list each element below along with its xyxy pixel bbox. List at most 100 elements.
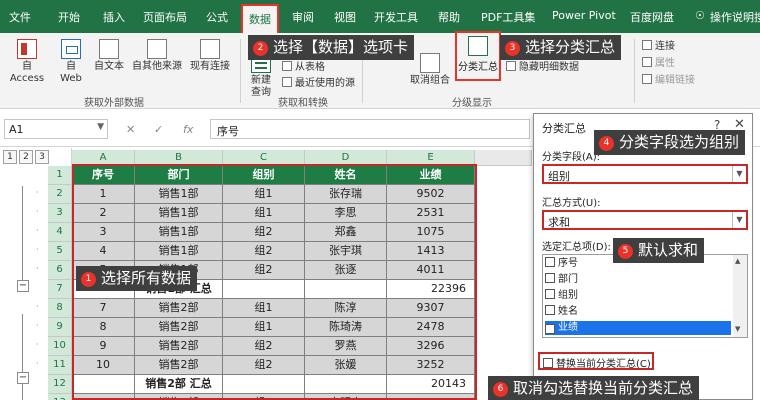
cell-name[interactable]: 罗燕	[305, 337, 387, 356]
cell-name[interactable]: 陈琦涛	[305, 318, 387, 337]
row-header[interactable]: 3	[48, 204, 72, 223]
from-table-button[interactable]: 从表格	[282, 58, 325, 73]
cell-sales[interactable]: 5432	[387, 394, 475, 400]
cell-seq[interactable]: 8	[72, 318, 135, 337]
scroll-down-icon[interactable]: ▼	[735, 325, 740, 333]
cell-group[interactable]: 组1	[223, 394, 305, 400]
replace-current-subtotals-checkbox[interactable]: 替换当前分类汇总(C)	[538, 352, 654, 370]
tab-formulas[interactable]: 公式	[206, 9, 228, 25]
cell-sales[interactable]: 4011	[387, 261, 475, 280]
cell-name[interactable]	[305, 280, 387, 299]
cell-group[interactable]: 组2	[223, 261, 305, 280]
row-header[interactable]: 9	[48, 318, 72, 337]
row-header[interactable]: 12	[48, 375, 72, 394]
cancel-icon[interactable]: ✕	[126, 123, 135, 136]
collapse-icon[interactable]: −	[17, 372, 29, 384]
cell-sales[interactable]: 1075	[387, 223, 475, 242]
tab-view[interactable]: 视图	[334, 9, 356, 25]
cell-name[interactable]	[305, 375, 387, 394]
properties-button[interactable]: 属性	[642, 54, 675, 69]
tell-me-search[interactable]: 操作说明搜	[710, 9, 760, 25]
function-select[interactable]: 求和 ▼	[542, 210, 748, 230]
subtotal-field-item[interactable]: ✓ 业绩	[545, 321, 731, 335]
cell-seq[interactable]: 9	[72, 337, 135, 356]
cell-name[interactable]: 李明宇	[305, 394, 387, 400]
row-header[interactable]: 1	[48, 166, 72, 185]
row-header[interactable]: 4	[48, 223, 72, 242]
cell-sales[interactable]: 2478	[387, 318, 475, 337]
header-cell-name[interactable]: 姓名	[305, 166, 387, 185]
tab-review[interactable]: 审阅	[292, 9, 314, 25]
cell-group[interactable]: 组2	[223, 223, 305, 242]
cell-name[interactable]: 李思	[305, 204, 387, 223]
cell-group[interactable]: 组1	[223, 185, 305, 204]
existing-connections-button[interactable]: 现有连接	[186, 39, 234, 73]
cell-seq[interactable]: 10	[72, 356, 135, 375]
cell-group[interactable]	[223, 280, 305, 299]
cell-name[interactable]: 张逐	[305, 261, 387, 280]
list-scrollbar[interactable]: ▲ ▼	[733, 254, 748, 338]
connections-button[interactable]: 连接	[642, 37, 675, 52]
row-header[interactable]: 13	[48, 394, 72, 400]
tab-page-layout[interactable]: 页面布局	[143, 9, 187, 25]
cell-dept[interactable]: 销售2部 汇总	[135, 375, 223, 394]
from-text-button[interactable]: 自文本	[89, 39, 129, 73]
column-header-e[interactable]: E	[387, 150, 475, 166]
cell-group[interactable]: 组2	[223, 337, 305, 356]
column-header-d[interactable]: D	[305, 150, 387, 166]
cell-sales[interactable]: 3296	[387, 337, 475, 356]
cell-group[interactable]: 组1	[223, 299, 305, 318]
collapse-icon[interactable]: −	[17, 280, 29, 292]
from-access-button[interactable]: 自 Access	[4, 39, 50, 85]
row-header[interactable]: 8	[48, 299, 72, 318]
from-web-button[interactable]: 自 Web	[56, 39, 86, 85]
cell-seq[interactable]	[72, 375, 135, 394]
cell-dept[interactable]: 销售1部	[135, 204, 223, 223]
cell-dept[interactable]: 销售2部	[135, 337, 223, 356]
header-cell-dept[interactable]: 部门	[135, 166, 223, 185]
name-box[interactable]: A1 ▼	[4, 119, 108, 139]
cell-sales[interactable]: 1413	[387, 242, 475, 261]
row-header[interactable]: 7	[48, 280, 72, 299]
row-header[interactable]: 10	[48, 337, 72, 356]
recent-sources-button[interactable]: 最近使用的源	[282, 74, 355, 89]
cell-name[interactable]: 郑鑫	[305, 223, 387, 242]
cell-sales[interactable]: 9307	[387, 299, 475, 318]
tab-baidu-netdisk[interactable]: 百度网盘	[630, 9, 674, 25]
scroll-up-icon[interactable]: ▲	[735, 257, 740, 265]
cell-sales[interactable]: 2531	[387, 204, 475, 223]
cell-dept[interactable]: 销售2部	[135, 394, 223, 400]
header-cell-group[interactable]: 组别	[223, 166, 305, 185]
subtotal-field-item[interactable]: 组别	[545, 289, 731, 303]
enter-icon[interactable]: ✓	[154, 123, 163, 136]
cell-sales[interactable]: 3252	[387, 356, 475, 375]
cell-dept[interactable]: 销售2部	[135, 318, 223, 337]
cell-group[interactable]: 组1	[223, 204, 305, 223]
subtotal-fields-list[interactable]: 序号 部门 组别 姓名 ✓ 业绩	[542, 254, 734, 338]
chevron-down-icon[interactable]: ▼	[732, 212, 746, 228]
cell-dept[interactable]: 销售1部	[135, 185, 223, 204]
cell-group[interactable]: 组2	[223, 356, 305, 375]
cell-seq[interactable]: 1	[72, 185, 135, 204]
row-header[interactable]: 2	[48, 185, 72, 204]
checkbox-icon[interactable]	[545, 273, 555, 283]
header-cell-sales[interactable]: 业绩	[387, 166, 475, 185]
tab-file[interactable]: 文件	[9, 9, 31, 25]
hide-detail-button[interactable]: 隐藏明细数据	[506, 58, 579, 73]
cell-name[interactable]: 陈淳	[305, 299, 387, 318]
from-other-sources-button[interactable]: 自其他来源	[130, 39, 184, 73]
chevron-down-icon[interactable]: ▼	[732, 166, 746, 182]
cell-dept[interactable]: 销售2部	[135, 356, 223, 375]
subtotal-button[interactable]: 分类汇总	[455, 31, 501, 81]
cell-dept[interactable]: 销售2部	[135, 299, 223, 318]
cell-seq[interactable]: 2	[72, 204, 135, 223]
tab-insert[interactable]: 插入	[103, 9, 125, 25]
checkbox-icon[interactable]: ✓	[545, 324, 555, 334]
column-header-f[interactable]	[475, 150, 532, 166]
cell-seq[interactable]: 4	[72, 242, 135, 261]
outline-level-1-button[interactable]: 1	[3, 150, 17, 164]
cell-seq[interactable]: 11	[72, 394, 135, 400]
tab-home[interactable]: 开始	[58, 9, 80, 25]
column-header-b[interactable]: B	[135, 150, 223, 166]
checkbox-icon[interactable]	[545, 257, 555, 267]
